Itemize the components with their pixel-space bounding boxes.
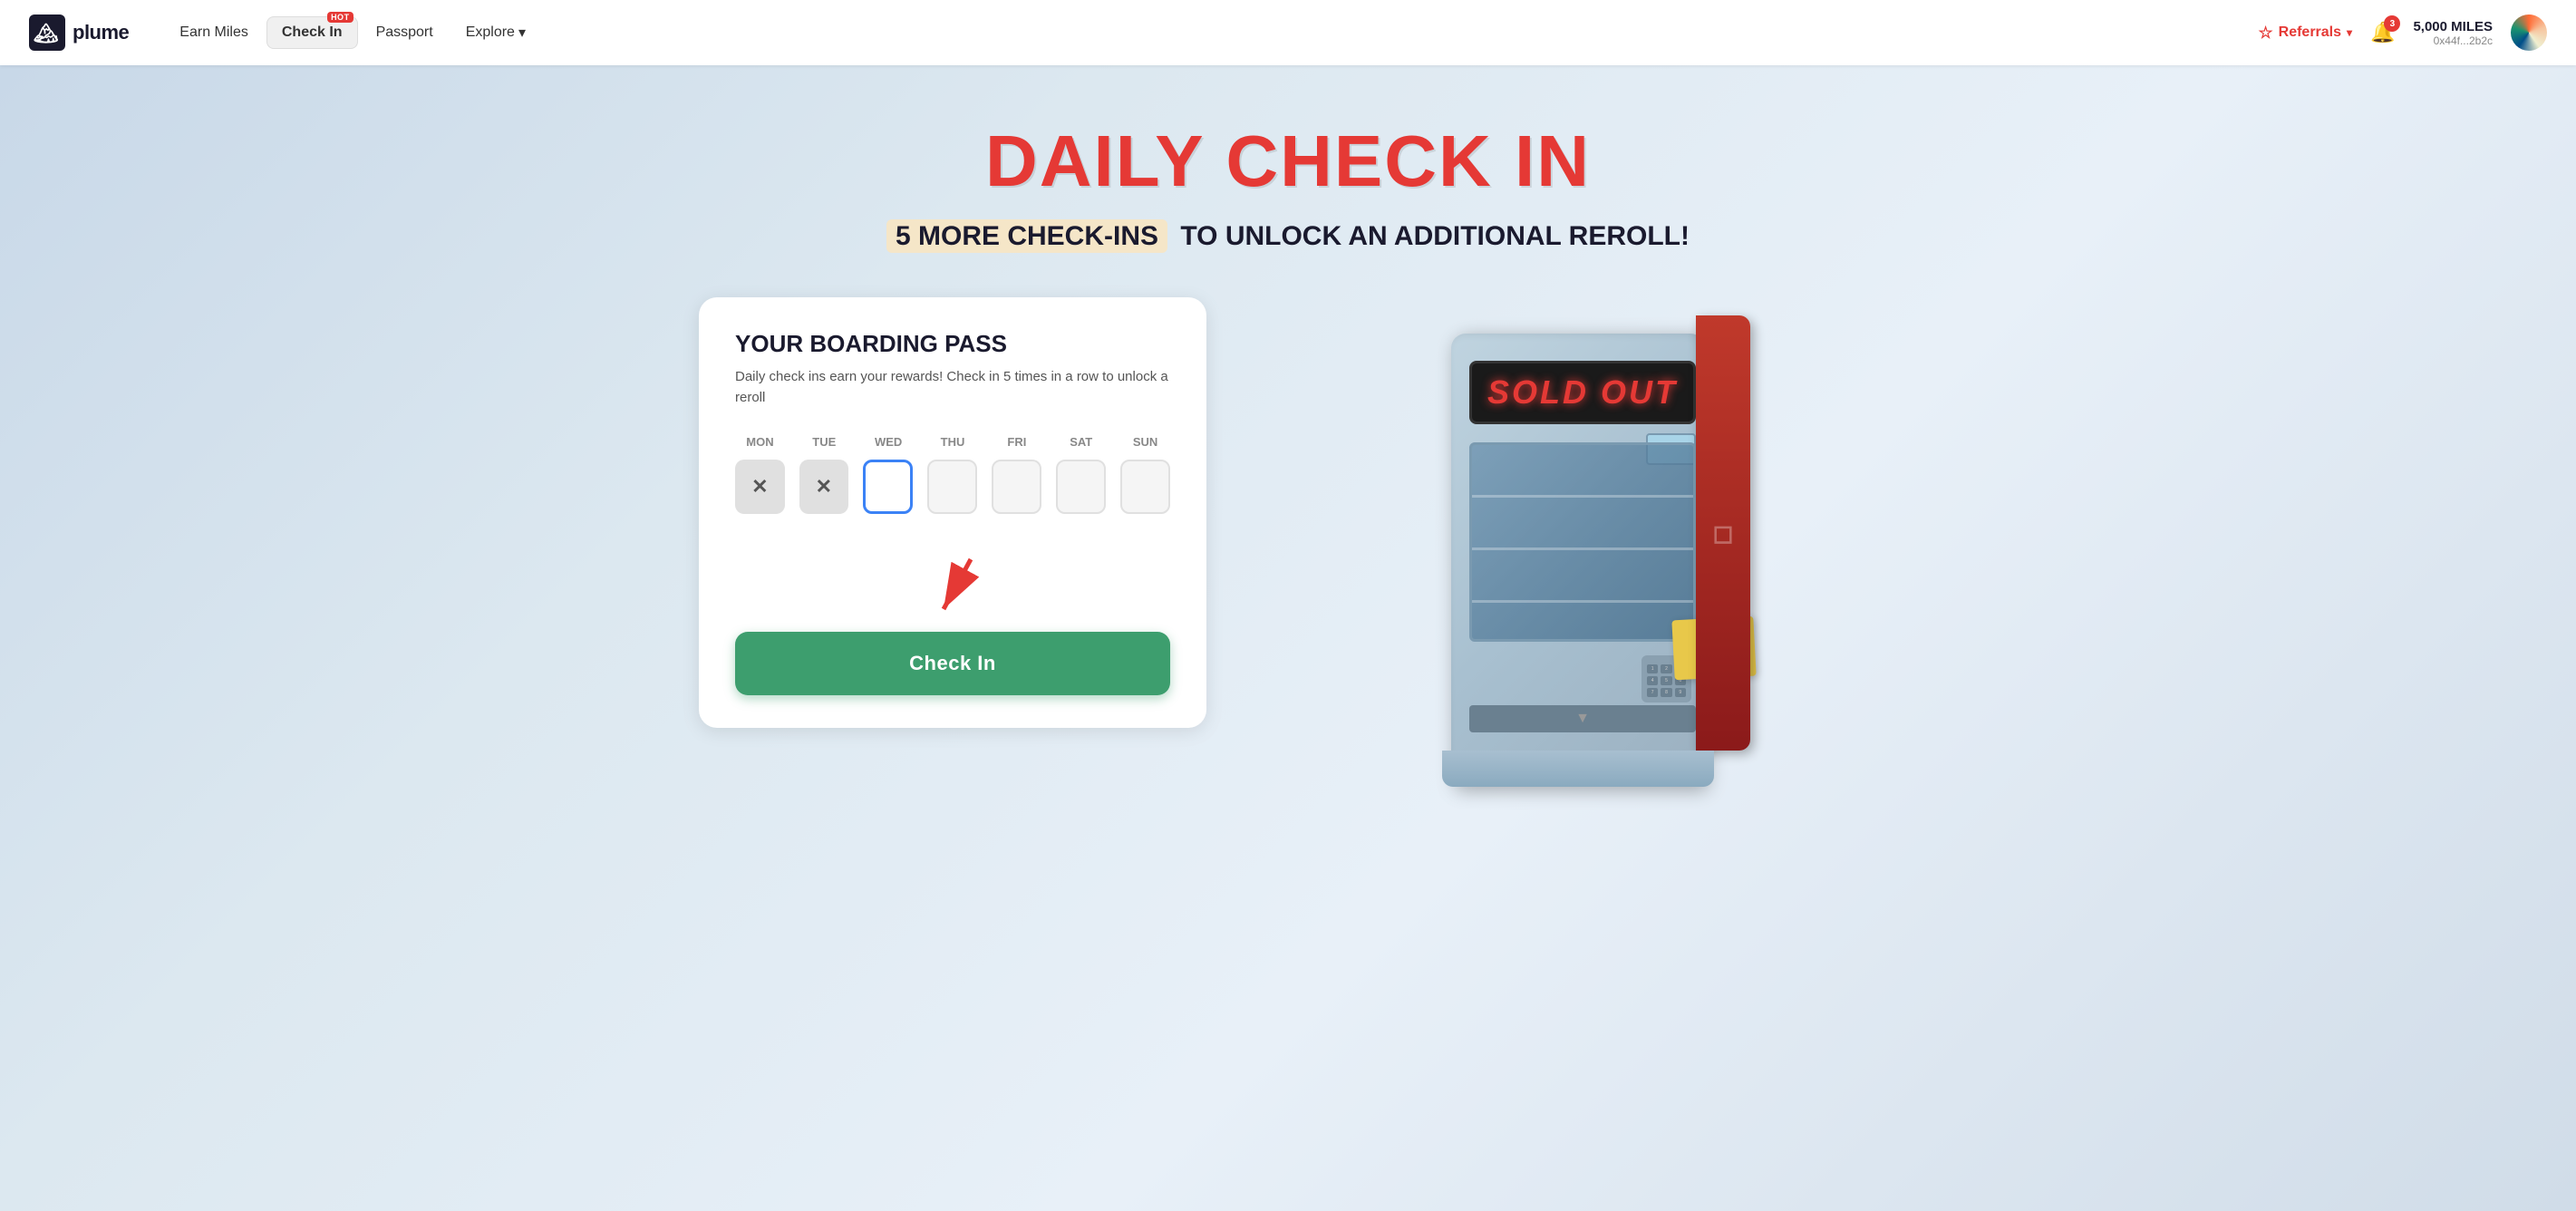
day-label-mon: MON <box>735 435 785 449</box>
chevron-down-icon: ▾ <box>2347 26 2352 39</box>
hero-subtitle-rest: TO UNLOCK AN ADDITIONAL REROLL! <box>1180 221 1690 251</box>
day-box-mon: ✕ <box>735 460 785 514</box>
card-description: Daily check ins earn your rewards! Check… <box>735 367 1170 408</box>
nav-right: ☆ Referrals ▾ 🔔 3 5,000 MILES 0x44f...2b… <box>2259 15 2548 51</box>
nav-check-in[interactable]: HOT Check In <box>266 16 358 49</box>
miles-display: 5,000 MILES 0x44f...2b2c <box>2413 19 2493 47</box>
logo[interactable]: 🏔 plume <box>29 15 129 51</box>
day-box-tue: ✕ <box>799 460 849 514</box>
vm-glass-door <box>1469 442 1696 642</box>
checkin-button[interactable]: Check In <box>735 632 1170 695</box>
hero-title: DAILY CHECK IN <box>985 120 1591 203</box>
user-avatar[interactable] <box>2511 15 2547 51</box>
day-label-wed: WED <box>864 435 914 449</box>
vending-machine-area: SOLD OUT 1 2 3 <box>1279 297 1877 787</box>
card-title: YOUR BOARDING PASS <box>735 330 1170 358</box>
vm-body: SOLD OUT 1 2 3 <box>1451 334 1705 787</box>
day-label-fri: FRI <box>992 435 1041 449</box>
arrow-icon <box>916 550 989 623</box>
nav-links: Earn Miles HOT Check In Passport Explore… <box>165 16 2258 49</box>
notification-count-badge: 3 <box>2384 15 2400 32</box>
vending-machine: SOLD OUT 1 2 3 <box>1424 297 1732 787</box>
vm-shelf-3 <box>1472 600 1693 603</box>
vm-shelf-1 <box>1472 495 1693 498</box>
day-label-sat: SAT <box>1056 435 1106 449</box>
boarding-pass-card: YOUR BOARDING PASS Daily check ins earn … <box>699 297 1206 728</box>
wallet-address: 0x44f...2b2c <box>2413 34 2493 47</box>
day-box-sun <box>1120 460 1170 514</box>
vm-sold-out-display: SOLD OUT <box>1469 361 1696 424</box>
day-box-fri <box>992 460 1041 514</box>
logo-text: plume <box>73 21 129 44</box>
day-box-thu <box>927 460 977 514</box>
miles-value: 5,000 MILES <box>2413 19 2493 34</box>
vm-base <box>1442 751 1714 787</box>
star-icon: ☆ <box>2259 24 2273 43</box>
chevron-down-icon: ▾ <box>518 24 526 42</box>
nav-passport[interactable]: Passport <box>362 17 448 48</box>
vm-shelf-2 <box>1472 547 1693 550</box>
hero-subtitle: 5 MORE CHECK-INS TO UNLOCK AN ADDITIONAL… <box>886 221 1690 252</box>
hero-subtitle-highlight: 5 MORE CHECK-INS <box>886 219 1167 253</box>
day-label-tue: TUE <box>799 435 849 449</box>
hero-section: DAILY CHECK IN 5 MORE CHECK-INS TO UNLOC… <box>0 65 2576 1211</box>
day-box-wed <box>863 460 913 514</box>
notification-bell[interactable]: 🔔 3 <box>2370 21 2395 44</box>
nav-earn-miles[interactable]: Earn Miles <box>165 17 263 48</box>
vm-side-panel: ◻ <box>1696 315 1750 751</box>
svg-text:🏔: 🏔 <box>34 22 59 44</box>
referrals-button[interactable]: ☆ Referrals ▾ <box>2259 24 2353 43</box>
day-labels-row: MON TUE WED THU FRI SAT SUN <box>735 435 1170 449</box>
dispenser-arrow-icon: ▼ <box>1575 711 1590 727</box>
nav-explore[interactable]: Explore ▾ <box>451 16 540 49</box>
navbar: 🏔 plume Earn Miles HOT Check In Passport… <box>0 0 2576 65</box>
hot-badge: HOT <box>327 12 353 23</box>
content-area: YOUR BOARDING PASS Daily check ins earn … <box>699 297 1877 787</box>
vm-side-logo: ◻ <box>1712 518 1733 548</box>
vm-dispenser-slot: ▼ <box>1469 705 1696 732</box>
vm-sold-out-text: SOLD OUT <box>1487 373 1678 412</box>
checkboxes-row: ✕ ✕ <box>735 460 1170 514</box>
day-label-sun: SUN <box>1120 435 1170 449</box>
day-label-thu: THU <box>928 435 978 449</box>
plume-logo-icon: 🏔 <box>29 15 65 51</box>
day-box-sat <box>1056 460 1106 514</box>
